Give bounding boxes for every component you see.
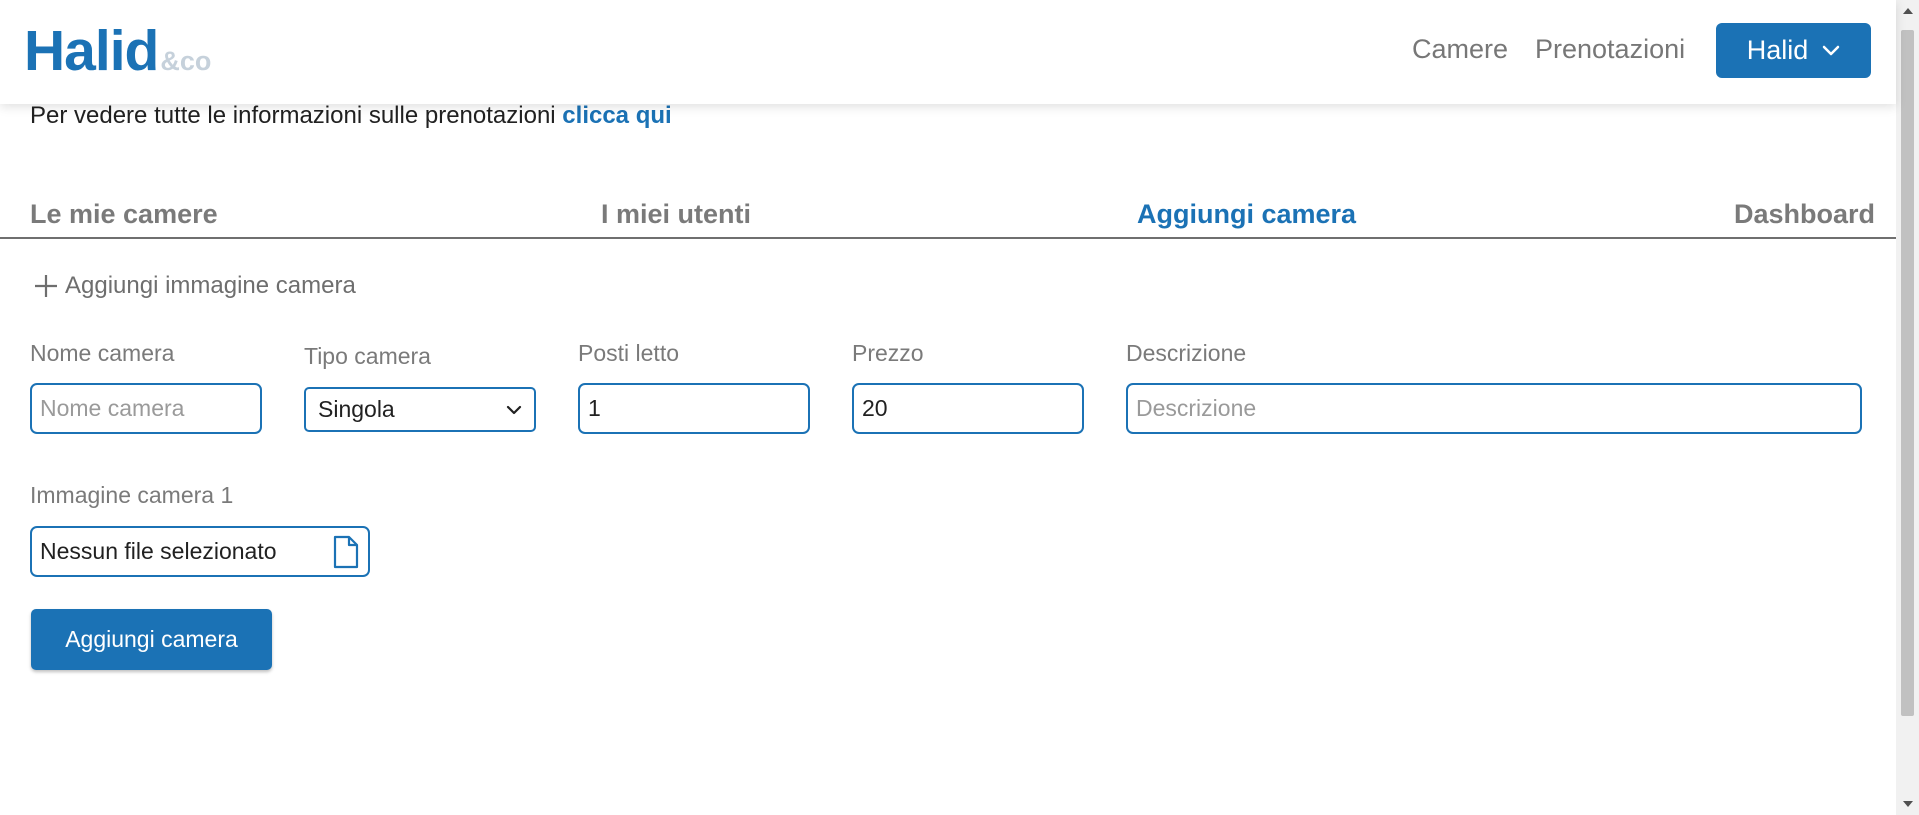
tabs-divider xyxy=(0,237,1896,239)
scroll-thumb[interactable] xyxy=(1901,30,1914,716)
bookings-info-text: Per vedere tutte le informazioni sulle p… xyxy=(30,102,672,130)
chevron-down-icon xyxy=(506,405,522,414)
price-label: Prezzo xyxy=(852,340,924,366)
page-scrollbar[interactable] xyxy=(1896,0,1919,815)
navbar: Halid&co Camere Prenotazioni Halid xyxy=(0,0,1896,104)
brand-suffix: &co xyxy=(160,46,212,76)
nav-link-prenotazioni[interactable]: Prenotazioni xyxy=(1535,34,1685,65)
brand-name: Halid xyxy=(24,19,159,83)
bookings-info-link[interactable]: clicca qui xyxy=(562,102,671,129)
room-image-file-input[interactable]: Nessun file selezionato xyxy=(30,526,370,577)
nav-link-camere[interactable]: Camere xyxy=(1412,34,1508,65)
scroll-up-icon[interactable] xyxy=(1903,8,1913,14)
chevron-down-icon xyxy=(1823,45,1840,55)
beds-input[interactable] xyxy=(578,383,810,434)
user-menu-button[interactable]: Halid xyxy=(1716,23,1871,78)
bookings-info-label: Per vedere tutte le informazioni sulle p… xyxy=(30,102,563,129)
add-room-submit-button[interactable]: Aggiungi camera xyxy=(31,609,272,670)
room-name-label: Nome camera xyxy=(30,340,175,366)
price-input[interactable] xyxy=(852,383,1084,434)
add-room-submit-label: Aggiungi camera xyxy=(65,626,238,652)
tab-dashboard[interactable]: Dashboard xyxy=(1734,199,1875,230)
description-label: Descrizione xyxy=(1126,340,1247,366)
beds-label: Posti letto xyxy=(578,340,679,366)
room-name-input[interactable] xyxy=(30,383,262,434)
brand-logo[interactable]: Halid&co xyxy=(24,18,211,84)
add-image-button[interactable]: Aggiungi immagine camera xyxy=(33,272,356,300)
plus-icon xyxy=(35,275,57,297)
scroll-down-icon[interactable] xyxy=(1903,801,1913,807)
add-image-label: Aggiungi immagine camera xyxy=(65,272,356,299)
tab-aggiungi-camera[interactable]: Aggiungi camera xyxy=(1137,199,1356,230)
tab-le-mie-camere[interactable]: Le mie camere xyxy=(30,199,218,230)
room-type-label: Tipo camera xyxy=(304,343,431,369)
user-menu-label: Halid xyxy=(1746,35,1809,65)
tab-i-miei-utenti[interactable]: I miei utenti xyxy=(601,199,751,230)
file-icon xyxy=(333,535,359,568)
room-type-value: Singola xyxy=(318,396,395,422)
room-image-label: Immagine camera 1 xyxy=(30,482,234,508)
description-input[interactable] xyxy=(1126,383,1862,434)
room-type-select[interactable]: Singola xyxy=(304,387,536,432)
file-status-text: Nessun file selezionato xyxy=(40,538,277,564)
